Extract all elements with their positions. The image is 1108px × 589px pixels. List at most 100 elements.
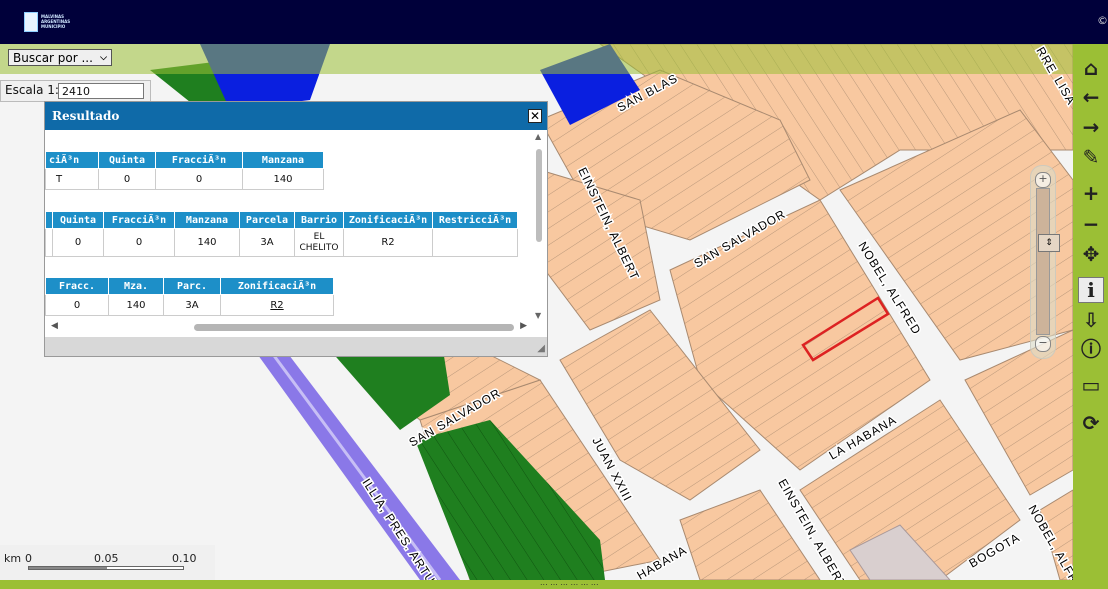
table-row: T 0 0 140 [45,168,324,190]
zoom-slider-minus-icon[interactable]: − [1035,336,1051,352]
back-button[interactable]: ← [1078,84,1104,110]
table-cell: 0 [52,228,104,257]
close-button[interactable]: ✕ [528,109,542,123]
table-header-cell: Quinta [98,151,156,169]
resize-grip-icon[interactable]: ◢ [537,343,545,354]
zoom-slider-track[interactable]: ⇕ [1036,188,1060,335]
scale-bar: km 0 0.05 0.10 [0,545,215,580]
zoom-in-button[interactable]: + [1078,180,1104,206]
measure-pencil-icon: ✎ [1082,145,1100,169]
result-panel-footer: ◢ [45,337,547,356]
search-by-select[interactable]: Buscar por ... ⌵ [8,49,112,66]
horizontal-scroll-thumb[interactable] [194,324,514,331]
table-cell: 0 [155,168,243,190]
scroll-up-icon[interactable]: ▲ [535,132,541,141]
table-cell [432,228,518,257]
info-point-button[interactable]: ⇩ [1078,307,1104,333]
municipality-logo[interactable]: MALVINAS ARGENTINAS MUNICIPIO [24,12,71,34]
table-cell: 0 [45,294,109,316]
zonificacion-link[interactable]: R2 [220,294,334,316]
table-cell: 0 [98,168,156,190]
horizontal-scrollbar[interactable]: ◀ ▶ [47,321,531,333]
result-panel-title: Resultado [52,109,120,123]
search-by-selected: Buscar por ... [13,50,93,65]
scale-bar-tick: 0.05 [94,552,119,565]
chevron-down-icon: ⌵ [100,52,107,63]
table-header-cell: Mza. [108,277,164,295]
result-panel-header[interactable]: Resultado ✕ [45,102,547,130]
table-cell: 140 [108,294,164,316]
zoom-slider-plus-icon[interactable]: + [1035,172,1051,188]
scale-bar-segment [29,567,107,569]
table-header-cell: FracciÃ³n [103,211,175,229]
table-header-cell: Quinta [52,211,104,229]
scale-bar-graphic [28,566,184,570]
table-header-cell: Parc. [163,277,221,295]
arrow-left-icon: ← [1082,85,1100,109]
refresh-button[interactable]: ⟳ [1078,410,1104,436]
top-header-bar: MALVINAS ARGENTINAS MUNICIPIO © [0,0,1108,44]
scale-bar-tick: 0.10 [172,552,197,565]
table-header-cell: RestricciÃ³n [432,211,518,229]
scale-label: Escala 1: [5,83,59,97]
table-header-cell: ciÃ³n [45,151,99,169]
table-cell: EL CHELITO [294,228,344,257]
logo-mark-icon [24,12,38,32]
forward-button[interactable]: → [1078,114,1104,140]
table-header-cell: ZonificaciÃ³n [220,277,334,295]
table-header-row: Fracc. Mza. Parc. ZonificaciÃ³n [45,277,334,295]
result-panel-body[interactable]: ciÃ³n Quinta FracciÃ³n Manzana T 0 0 140… [45,130,533,322]
scroll-right-icon[interactable]: ▶ [520,321,527,331]
pan-button[interactable]: ✥ [1078,241,1104,267]
map-toolbar: ⌂ ← → ✎ + − ✥ i ⇩ ⓘ ▭ ⟳ [1073,44,1108,580]
table-header-cell: FracciÃ³n [155,151,243,169]
info-icon: i [1087,278,1095,302]
scroll-left-icon[interactable]: ◀ [51,321,58,331]
bottom-status-bar: ... ... ... ... ... ... [0,578,1108,589]
header-right-glyph: © [1097,14,1108,27]
zoom-slider[interactable]: + ⇕ − [1030,165,1060,359]
zoom-in-icon: + [1082,181,1100,205]
table-header-cell: ZonificaciÃ³n [343,211,433,229]
result-table-1: ciÃ³n Quinta FracciÃ³n Manzana T 0 0 140 [45,151,324,190]
info-circle-icon: ⓘ [1081,337,1101,361]
table-cell: R2 [343,228,433,257]
table-row: 0 140 3A R2 [45,294,334,316]
top-overlay-band [0,44,1073,74]
info-circle-button[interactable]: ⓘ [1078,336,1104,362]
scale-control: Escala 1: 2410 [0,80,151,102]
logo-text: MALVINAS ARGENTINAS MUNICIPIO [41,14,71,29]
table-cell: T [45,168,99,190]
pan-icon: ✥ [1082,242,1100,266]
vertical-scroll-thumb[interactable] [536,149,542,242]
table-header-row: Quinta FracciÃ³n Manzana Parcela Barrio … [45,211,518,229]
table-row: 0 0 140 3A EL CHELITO R2 [45,228,518,257]
table-header-cell: Parcela [239,211,295,229]
home-button[interactable]: ⌂ [1078,55,1104,81]
table-header-cell: Fracc. [45,277,109,295]
measure-button[interactable]: ▭ [1078,372,1104,398]
zoom-out-button[interactable]: − [1078,211,1104,237]
zoom-out-icon: − [1082,212,1100,236]
scale-bar-unit: km [4,552,22,565]
info-button[interactable]: i [1078,277,1104,303]
zoom-slider-handle[interactable]: ⇕ [1038,234,1060,252]
scroll-down-icon[interactable]: ▼ [535,311,541,320]
status-text: ... ... ... ... ... ... [540,578,599,587]
result-table-3: Fracc. Mza. Parc. ZonificaciÃ³n 0 140 3A… [45,277,334,316]
table-cell: 3A [163,294,221,316]
table-header-row: ciÃ³n Quinta FracciÃ³n Manzana [45,151,324,169]
home-icon: ⌂ [1083,56,1099,80]
arrow-right-icon: → [1082,115,1100,139]
table-header-cell: Barrio [294,211,344,229]
vertical-scrollbar[interactable]: ▲ ▼ [534,132,546,320]
table-cell: 140 [174,228,240,257]
table-cell: 140 [242,168,324,190]
edit-button[interactable]: ✎ [1078,144,1104,170]
scale-input[interactable]: 2410 [58,83,144,99]
table-cell [45,228,53,257]
result-panel: Resultado ✕ ciÃ³n Quinta FracciÃ³n Manza… [44,101,548,357]
table-cell: 0 [103,228,175,257]
table-header-cell: Manzana [242,151,324,169]
refresh-icon: ⟳ [1082,411,1100,435]
